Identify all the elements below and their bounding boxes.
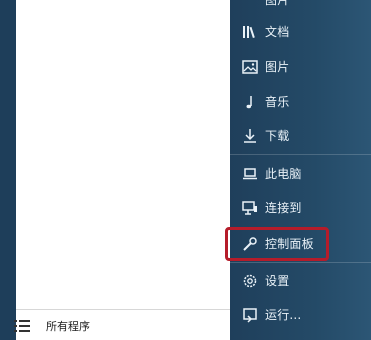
list-icon bbox=[14, 320, 30, 332]
menu-item-documents[interactable]: 文档 bbox=[230, 17, 371, 47]
menu-item-this-pc-label: 此电脑 bbox=[265, 167, 302, 181]
menu-separator bbox=[230, 262, 371, 263]
left-panel: 所有程序 bbox=[14, 0, 230, 340]
menu-item-pictures[interactable]: 图片 bbox=[230, 52, 371, 82]
right-menu: 图片 文档 图片 音乐 下载 此电脑 连接到 控制面板 设置 运行... bbox=[230, 0, 371, 340]
gear-icon bbox=[243, 274, 257, 288]
menu-item-run[interactable]: 运行... bbox=[230, 300, 371, 330]
all-programs-button[interactable]: 所有程序 bbox=[14, 308, 230, 340]
start-menu: 所有程序 图片 文档 图片 音乐 下载 此电脑 连接到 控制面板 设置 运行..… bbox=[0, 0, 371, 340]
download-arrow-icon bbox=[244, 129, 256, 143]
network-monitor-icon bbox=[242, 201, 257, 215]
menu-item-music[interactable]: 音乐 bbox=[230, 87, 371, 117]
laptop-icon bbox=[243, 168, 257, 180]
menu-item-run-label: 运行... bbox=[265, 308, 302, 322]
all-programs-label: 所有程序 bbox=[46, 320, 90, 333]
menu-item-downloads[interactable]: 下载 bbox=[230, 121, 371, 151]
left-divider bbox=[16, 309, 230, 310]
menu-separator bbox=[230, 154, 371, 155]
menu-item-documents-label: 文档 bbox=[265, 25, 290, 39]
books-icon bbox=[243, 26, 255, 39]
music-note-icon bbox=[246, 96, 252, 109]
menu-item-pictures-label: 图片 bbox=[265, 60, 290, 74]
menu-item-music-label: 音乐 bbox=[265, 95, 290, 109]
menu-item-settings-label: 设置 bbox=[265, 274, 290, 288]
picture-icon bbox=[242, 60, 258, 74]
menu-item-this-pc[interactable]: 此电脑 bbox=[230, 159, 371, 189]
left-edge bbox=[0, 0, 16, 340]
menu-item-connect-to[interactable]: 连接到 bbox=[230, 193, 371, 223]
control-panel-highlight-box bbox=[225, 227, 329, 261]
menu-item-settings[interactable]: 设置 bbox=[230, 266, 371, 296]
menu-item-downloads-label: 下载 bbox=[265, 129, 290, 143]
run-icon bbox=[243, 308, 257, 323]
menu-item-partial-label: 图片 bbox=[265, 0, 290, 7]
menu-item-connect-to-label: 连接到 bbox=[265, 201, 302, 215]
menu-item-partial[interactable]: 图片 bbox=[230, 0, 371, 15]
